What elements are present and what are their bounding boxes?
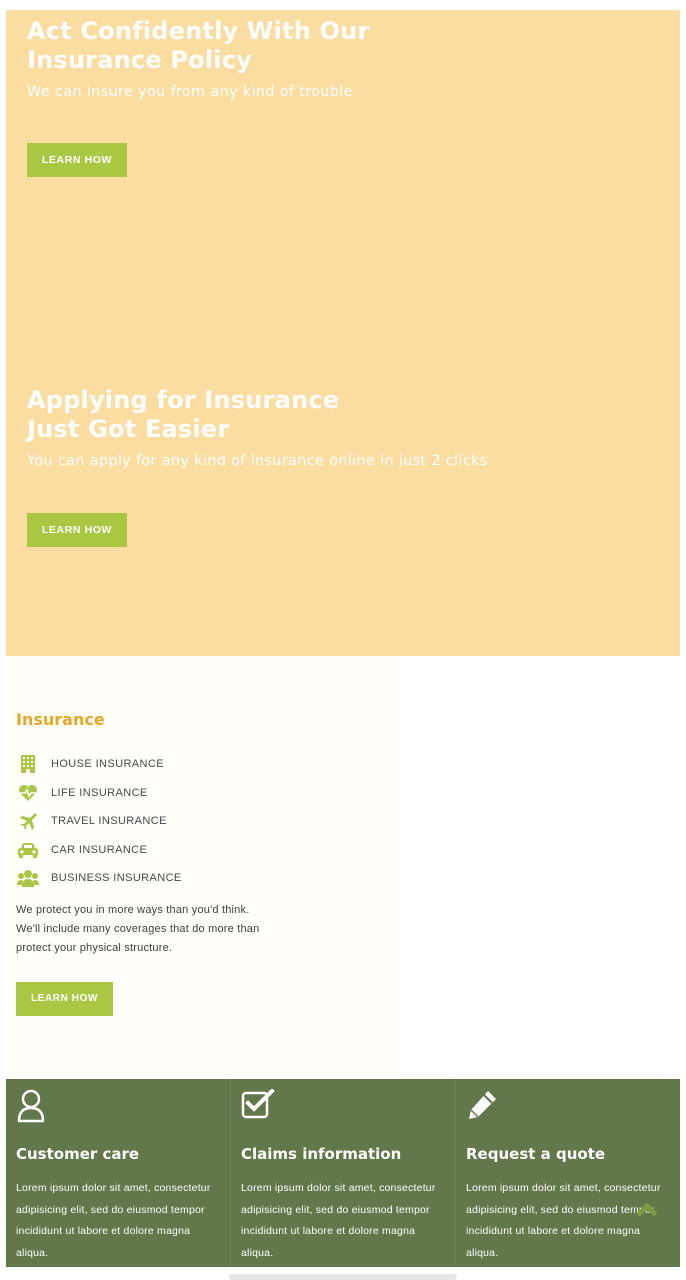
insurance-item-label: TRAVEL INSURANCE <box>51 815 167 828</box>
hero-slide-2-title-line1: Applying for Insurance <box>27 386 340 414</box>
insurance-panel: Insurance HOUSE INSURANCE LIFE INSURANCE… <box>6 656 400 1079</box>
hero-slide-1: Act Confidently With Our Insurance Polic… <box>27 17 369 177</box>
heart-pulse-icon <box>16 783 40 803</box>
insurance-item-label: LIFE INSURANCE <box>51 786 148 799</box>
hero-slider: Act Confidently With Our Insurance Polic… <box>6 10 680 656</box>
chevron-up-icon <box>636 1202 658 1217</box>
insurance-description: We protect you in more ways than you'd t… <box>16 901 286 958</box>
hero-slide-2-learn-how-button[interactable]: LEARN HOW <box>27 513 127 547</box>
feature-title: Request a quote <box>466 1145 606 1163</box>
scroll-to-top-button[interactable] <box>634 1198 660 1220</box>
pencil-icon <box>466 1089 670 1125</box>
hero-slide-2-subtitle: You can apply for any kind of insurance … <box>27 453 488 469</box>
feature-claims-information: Claims information Lorem ipsum dolor sit… <box>231 1079 456 1267</box>
insurance-title: Insurance <box>16 710 105 729</box>
feature-title: Customer care <box>16 1145 140 1163</box>
insurance-item-life[interactable]: LIFE INSURANCE <box>16 779 182 808</box>
insurance-item-house[interactable]: HOUSE INSURANCE <box>16 750 182 779</box>
insurance-item-travel[interactable]: TRAVEL INSURANCE <box>16 807 182 836</box>
insurance-item-business[interactable]: BUSINESS INSURANCE <box>16 864 182 893</box>
users-icon <box>16 868 40 888</box>
car-icon <box>16 840 40 860</box>
insurance-item-label: HOUSE INSURANCE <box>51 758 164 771</box>
hero-slide-1-title: Act Confidently With Our Insurance Polic… <box>27 17 369 75</box>
insurance-learn-how-button[interactable]: LEARN HOW <box>16 982 113 1016</box>
plane-icon <box>16 811 40 831</box>
horizontal-scrollbar[interactable] <box>229 1274 457 1280</box>
insurance-list: HOUSE INSURANCE LIFE INSURANCE TRAVEL IN… <box>16 750 182 893</box>
insurance-item-car[interactable]: CAR INSURANCE <box>16 836 182 865</box>
insurance-item-label: CAR INSURANCE <box>51 843 148 856</box>
feature-text: Lorem ipsum dolor sit amet, consectetur … <box>241 1182 436 1259</box>
insurance-description-line1: We protect you in more ways than you'd t… <box>16 904 250 916</box>
user-icon <box>16 1089 220 1125</box>
feature-text: Lorem ipsum dolor sit amet, consectetur … <box>16 1182 211 1259</box>
checkbox-icon <box>241 1089 445 1125</box>
feature-text: Lorem ipsum dolor sit amet, consectetur … <box>466 1182 661 1259</box>
insurance-description-line2: We'll include many coverages that do mor… <box>16 923 260 935</box>
feature-customer-care: Customer care Lorem ipsum dolor sit amet… <box>6 1079 231 1267</box>
hero-slide-2-title-line2: Just Got Easier <box>27 415 230 443</box>
features-strip: Customer care Lorem ipsum dolor sit amet… <box>6 1079 680 1267</box>
insurance-item-label: BUSINESS INSURANCE <box>51 872 182 885</box>
feature-request-quote: Request a quote Lorem ipsum dolor sit am… <box>456 1079 680 1267</box>
insurance-description-line3: protect your physical structure. <box>16 942 173 954</box>
building-icon <box>16 754 40 774</box>
feature-title: Claims information <box>241 1145 402 1163</box>
hero-slide-1-learn-how-button[interactable]: LEARN HOW <box>27 143 127 177</box>
hero-slide-2-title: Applying for Insurance Just Got Easier <box>27 386 488 444</box>
hero-slide-1-title-line1: Act Confidently With Our <box>27 17 370 45</box>
hero-slide-1-subtitle: We can insure you from any kind of troub… <box>27 84 353 100</box>
hero-slide-2: Applying for Insurance Just Got Easier Y… <box>27 386 488 547</box>
hero-slide-1-title-line2: Insurance Policy <box>27 46 252 74</box>
